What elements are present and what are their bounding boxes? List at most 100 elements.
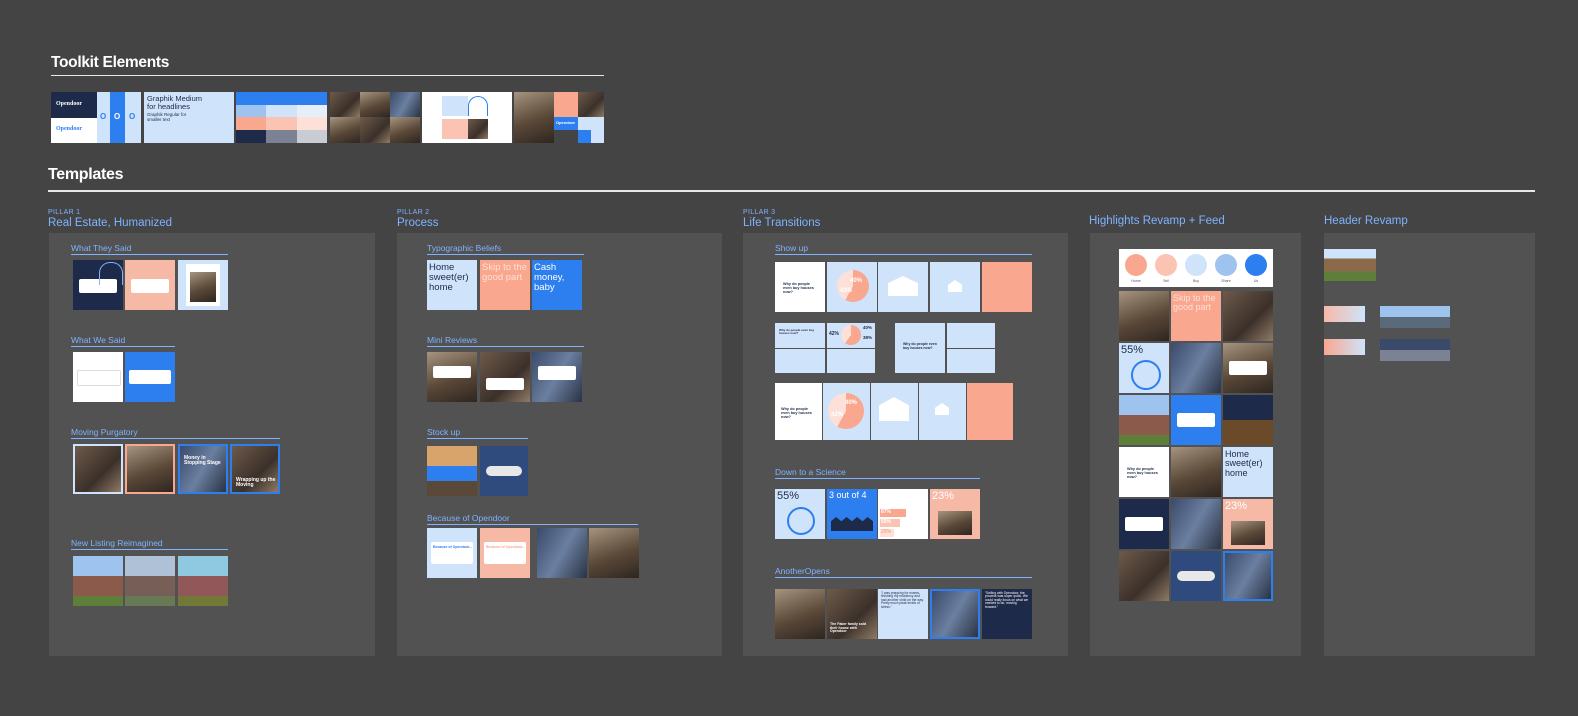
us-icon[interactable] [1245, 254, 1267, 276]
feed-tile[interactable]: Skip to the good part [1171, 291, 1221, 341]
template-card[interactable] [73, 444, 123, 494]
feed-tile[interactable] [1119, 395, 1169, 445]
template-card[interactable]: Money in Stopping Stage [178, 444, 228, 494]
feed-tile[interactable]: Why do people even buy houses now? [1119, 447, 1169, 497]
template-card[interactable] [947, 323, 995, 348]
template-card[interactable] [871, 383, 918, 440]
template-card[interactable] [125, 260, 175, 310]
template-card[interactable]: Why do people even buy houses now? [895, 323, 945, 373]
feed-tile[interactable] [1171, 395, 1221, 445]
header-thumb[interactable] [1380, 339, 1450, 361]
logo-mark-swatch[interactable]: O O O [97, 92, 141, 143]
feed-tile[interactable] [1171, 447, 1221, 497]
feed-tile[interactable] [1223, 291, 1273, 341]
header-revamp-title: Header Revamp [1324, 215, 1408, 227]
pillar-2-title: Process [397, 217, 439, 229]
header-thumb[interactable] [1324, 339, 1365, 355]
template-card[interactable]: 40% 42% [823, 383, 870, 440]
share-label: Share [1221, 279, 1231, 283]
template-card[interactable] [930, 589, 980, 639]
feed-tile[interactable] [1171, 343, 1221, 393]
template-card[interactable] [967, 383, 1013, 440]
template-card[interactable] [775, 349, 825, 373]
feed-tile[interactable]: 55% [1119, 343, 1169, 393]
template-card[interactable] [919, 383, 966, 440]
logo-swatch[interactable]: Opendoor Opendoor [51, 92, 97, 143]
layout-swatch[interactable]: Opendoor [514, 92, 604, 143]
template-card[interactable] [947, 349, 995, 373]
template-card[interactable] [73, 352, 123, 402]
photography-swatch[interactable] [330, 92, 420, 143]
template-card[interactable]: The Faber family sold their house with O… [827, 589, 877, 639]
template-card[interactable] [73, 260, 123, 310]
template-card[interactable] [178, 260, 228, 310]
section-stock-up: Stock up [427, 427, 461, 437]
template-card[interactable] [532, 352, 582, 402]
feed-tile[interactable] [1223, 395, 1273, 445]
feed-tile[interactable] [1171, 551, 1221, 601]
template-card[interactable]: Why do people even buy houses now? [775, 262, 825, 312]
template-card[interactable]: 23% [930, 489, 980, 539]
template-card[interactable]: 40% 42% [827, 262, 877, 312]
template-card[interactable]: Home sweet(er) home [427, 260, 477, 310]
header-revamp-panel [1324, 233, 1535, 656]
template-card[interactable]: Why do people even buy houses now? [775, 383, 822, 440]
template-card[interactable] [589, 528, 639, 578]
buy-label: Buy [1192, 279, 1200, 283]
template-card[interactable]: "Selling with Opendoor, the process was … [982, 589, 1032, 639]
template-card[interactable] [480, 352, 530, 402]
feed-tile[interactable] [1119, 499, 1169, 549]
feed-tile[interactable]: 23% [1223, 499, 1273, 549]
template-card[interactable]: 3 out of 4 [827, 489, 877, 539]
type-body: Graphik Regular for smaller text [147, 112, 187, 122]
template-card[interactable]: Because of Opendoor... [427, 528, 477, 578]
template-card[interactable] [827, 349, 875, 373]
feed-tile[interactable] [1119, 551, 1169, 601]
template-card[interactable]: Cash money, baby [532, 260, 582, 310]
color-palette-swatch[interactable] [236, 92, 327, 143]
brand-word: Opendoor [556, 120, 576, 125]
share-icon[interactable] [1215, 254, 1237, 276]
header-thumb[interactable] [1324, 306, 1365, 322]
template-card[interactable] [480, 446, 528, 496]
template-card[interactable] [878, 262, 928, 312]
template-card[interactable] [125, 556, 175, 606]
template-card[interactable]: 87% 50% 25% [878, 489, 928, 539]
header-thumb[interactable] [1324, 249, 1376, 281]
template-card[interactable] [982, 262, 1032, 312]
template-card[interactable]: 55% [775, 489, 825, 539]
logo-dark-text: Opendoor [56, 101, 83, 107]
graphic-elements-swatch[interactable] [422, 92, 512, 143]
template-card[interactable]: Skip to the good part [480, 260, 530, 310]
pillar-3-title: Life Transitions [743, 217, 821, 229]
feed-tile[interactable] [1119, 291, 1169, 341]
buy-icon[interactable] [1185, 254, 1207, 276]
template-card[interactable] [125, 352, 175, 402]
template-card[interactable]: Why do people even buy houses now? [775, 323, 825, 348]
home-icon[interactable] [1125, 254, 1147, 276]
header-thumb[interactable] [1380, 306, 1450, 328]
template-card[interactable]: 42% 40% 38% [827, 323, 875, 348]
template-card[interactable] [775, 589, 825, 639]
typography-swatch[interactable]: Graphik Medium for headlines Graphik Reg… [144, 92, 234, 143]
template-card[interactable] [427, 446, 477, 496]
feed-tile[interactable] [1223, 343, 1273, 393]
feed-tile[interactable] [1171, 499, 1221, 549]
feed-tile[interactable]: Home sweet(er) home [1223, 447, 1273, 497]
section-typographic-beliefs: Typographic Beliefs [427, 243, 502, 253]
template-card[interactable]: Because of Opendoor... [480, 528, 530, 578]
section-down-to-a-science: Down to a Science [775, 467, 846, 477]
feed-tile[interactable] [1223, 551, 1273, 601]
section-because-of-opendoor: Because of Opendoor [427, 513, 510, 523]
template-card[interactable]: "I was prepping for exams, finishing my … [878, 589, 928, 639]
us-label: Us [1253, 279, 1259, 283]
template-card[interactable] [178, 556, 228, 606]
template-card[interactable] [125, 444, 175, 494]
sell-icon[interactable] [1155, 254, 1177, 276]
template-card[interactable] [537, 528, 587, 578]
template-card[interactable] [427, 352, 477, 402]
template-card[interactable]: Wrapping up the Moving [230, 444, 280, 494]
template-card[interactable] [73, 556, 123, 606]
o-mark-icon: O [100, 112, 107, 121]
template-card[interactable] [930, 262, 980, 312]
